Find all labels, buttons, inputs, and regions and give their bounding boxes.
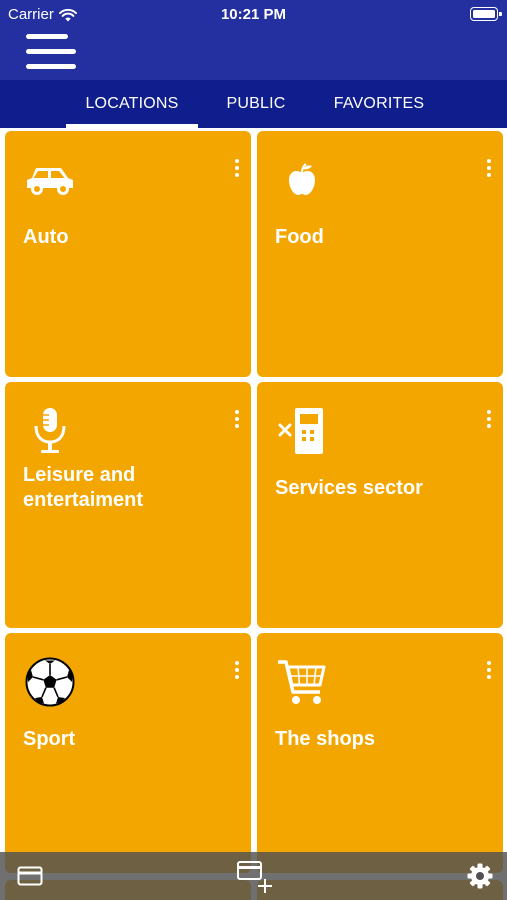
- more-options-icon[interactable]: [232, 159, 242, 181]
- more-options-icon[interactable]: [484, 159, 494, 181]
- tab-favorites-label: FAVORITES: [333, 95, 425, 112]
- category-label: The shops: [275, 728, 376, 750]
- service-terminal-icon: [275, 404, 329, 458]
- microphone-icon: [23, 404, 77, 458]
- tab-public-label: PUBLIC: [226, 95, 286, 112]
- category-label: Leisure and entertaiment: [23, 464, 144, 511]
- tab-public[interactable]: PUBLIC: [210, 80, 302, 128]
- card-icon[interactable]: [10, 852, 50, 900]
- tab-favorites[interactable]: FAVORITES: [318, 80, 440, 128]
- battery-icon: [470, 7, 502, 21]
- category-tile-services[interactable]: Services sector: [257, 382, 503, 628]
- category-label: Auto: [23, 226, 69, 248]
- bottom-toolbar: [0, 852, 507, 900]
- category-label: Sport: [23, 728, 76, 750]
- settings-gear-icon[interactable]: [460, 852, 500, 900]
- shopping-cart-icon: [275, 655, 329, 709]
- category-tile-shops[interactable]: The shops: [257, 633, 503, 873]
- tab-bar: LOCATIONS PUBLIC FAVORITES: [0, 80, 507, 128]
- status-bar: Carrier 10:21 PM: [0, 0, 507, 30]
- hamburger-menu-icon[interactable]: [24, 32, 78, 72]
- category-tile-auto[interactable]: Auto: [5, 131, 251, 377]
- apple-icon: [275, 153, 329, 207]
- tab-locations[interactable]: LOCATIONS: [66, 80, 198, 128]
- category-tile-sport[interactable]: Sport: [5, 633, 251, 873]
- add-card-icon[interactable]: [233, 852, 277, 900]
- status-time: 10:21 PM: [220, 6, 287, 23]
- more-options-icon[interactable]: [484, 661, 494, 683]
- more-options-icon[interactable]: [232, 410, 242, 432]
- car-icon: [23, 153, 77, 207]
- app-header: Carrier 10:21 PM LOCATIONS PUBLIC FAVORI…: [0, 0, 507, 128]
- category-grid: Auto Food Leisure and entertaiment Servi…: [0, 128, 507, 900]
- category-label: Services sector: [275, 477, 423, 499]
- soccer-ball-icon: [23, 655, 77, 709]
- more-options-icon[interactable]: [232, 661, 242, 683]
- more-options-icon[interactable]: [484, 410, 494, 432]
- category-label: Food: [275, 226, 324, 248]
- tab-locations-label: LOCATIONS: [85, 95, 179, 112]
- category-tile-leisure[interactable]: Leisure and entertaiment: [5, 382, 251, 628]
- category-tile-food[interactable]: Food: [257, 131, 503, 377]
